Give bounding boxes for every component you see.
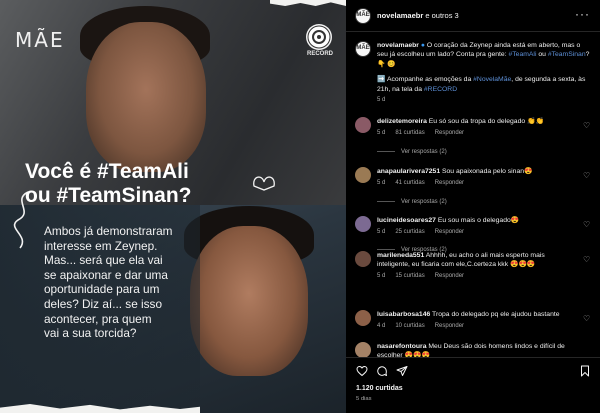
comment-meta: 5 d 25 curtidas Responder (377, 229, 474, 235)
comment-likes[interactable]: 25 curtidas (395, 229, 424, 235)
hashtag-link[interactable]: #TeamAli (509, 51, 537, 58)
body-line: se apaixonar e dar uma (44, 267, 168, 282)
avatar[interactable] (355, 216, 371, 232)
post-side-panel: MÃE novelamaebr e outros 3 ··· MÃE novel… (346, 0, 600, 413)
post-timestamp: 5 dias (356, 396, 372, 402)
headline: Você é #TeamAli ou #TeamSinan? (25, 160, 191, 208)
avatar[interactable] (355, 342, 371, 357)
avatar[interactable]: MÃE (355, 41, 371, 57)
comment: lucineidesoares27 Eu sou mais o delegado… (346, 216, 600, 256)
body-line: Ambos já demonstraram (44, 224, 173, 238)
heart-icon[interactable]: ♡ (583, 220, 590, 229)
likes-count[interactable]: 1.120 curtidas (356, 385, 403, 392)
collaborators-text[interactable]: e outros 3 (423, 11, 458, 20)
action-bar: 1.120 curtidas 5 dias (346, 357, 600, 413)
comment-meta: 5 d 41 curtidas Responder (377, 180, 474, 186)
comment-meta: 5 d 81 curtidas Responder (377, 130, 474, 136)
heart-icon[interactable] (356, 365, 368, 377)
comment-text: delizetemoreira Eu só sou da tropa do de… (377, 118, 577, 127)
avatar[interactable] (355, 310, 371, 326)
comment-time: 5 d (377, 130, 386, 136)
body-line: acontecer, pra quem (44, 311, 152, 326)
heart-doodle-icon (253, 176, 275, 191)
face-shape (86, 22, 206, 172)
bookmark-icon[interactable] (579, 365, 591, 377)
caption-username[interactable]: novelamaebr (377, 42, 419, 49)
hashtag-link[interactable]: #NovelaMãe (473, 76, 511, 83)
post-author[interactable]: novelamaebr e outros 3 (377, 11, 459, 20)
heart-icon[interactable]: ♡ (583, 255, 590, 264)
heart-icon[interactable]: ♡ (583, 121, 590, 130)
reply-button[interactable]: Responder (435, 323, 464, 329)
comment-username[interactable]: nasarefontoura (377, 343, 426, 350)
comment-meta: 4 d 10 curtidas Responder (377, 323, 474, 329)
hashtag-link[interactable]: #RECORD (424, 86, 457, 93)
comment-time: 4 d (377, 323, 386, 329)
avatar[interactable] (355, 167, 371, 183)
comment-text: nasarefontoura Meu Deus são dois homens … (377, 343, 577, 357)
comment-text: anapaularivera7251 Sou apaixonada pelo s… (377, 168, 577, 177)
comment-likes[interactable]: 10 curtidas (395, 323, 424, 329)
show-logo: MÃE (15, 28, 65, 52)
comment-username[interactable]: lucineidesoares27 (377, 217, 436, 224)
comment: anapaularivera7251 Sou apaixonada pelo s… (346, 167, 600, 207)
comment-username[interactable]: anapaularivera7251 (377, 168, 440, 175)
post-header: MÃE novelamaebr e outros 3 ··· (346, 0, 600, 32)
comment-text: luisabarbosa146 Tropa do delegado pq ele… (377, 311, 577, 320)
reply-button[interactable]: Responder (435, 130, 464, 136)
reply-button[interactable]: Responder (435, 273, 464, 279)
record-logo-icon (306, 24, 332, 50)
body-copy: Ambos já demonstraram interesse em Zeyne… (44, 224, 249, 341)
share-icon[interactable] (396, 365, 408, 377)
reply-button[interactable]: Responder (435, 180, 464, 186)
comment-username[interactable]: luisabarbosa146 (377, 311, 430, 318)
comment-meta: 5 d 15 curtidas Responder (377, 273, 474, 279)
body-line: vai a sua torcida? (44, 326, 137, 341)
comment-username[interactable]: marileneda551 (377, 252, 424, 259)
caption-text: ou (536, 51, 548, 59)
body-line: interesse em Zeynep. (44, 238, 158, 253)
author-username[interactable]: novelamaebr (377, 11, 423, 20)
avatar[interactable] (355, 251, 371, 267)
comment: marileneda551 Ahhhh, eu acho o ali mais … (346, 251, 600, 291)
comment-body: Eu sou mais o delegado😍 (435, 217, 520, 224)
reply-button[interactable]: Responder (435, 229, 464, 235)
view-replies-label[interactable]: Ver respostas (2) (401, 199, 447, 205)
body-line: Mas... será que ela vai (44, 253, 163, 268)
caption-timestamp: 5 d (377, 97, 386, 103)
comment-likes[interactable]: 81 curtidas (395, 130, 424, 136)
record-logo-text: RECORD (306, 51, 333, 57)
headline-line: Você é #TeamAli (25, 160, 189, 183)
comment-body: Eu só sou da tropa do delegado 👏👏 (426, 118, 544, 125)
comment: delizetemoreira Eu só sou da tropa do de… (346, 117, 600, 157)
hashtag-link[interactable]: #TeamSinan (548, 51, 586, 58)
more-dots-icon[interactable]: ··· (575, 7, 590, 21)
comment-time: 5 d (377, 273, 386, 279)
comment: nasarefontoura Meu Deus são dois homens … (346, 342, 600, 357)
comment-likes[interactable]: 15 curtidas (395, 273, 424, 279)
comment-username[interactable]: delizetemoreira (377, 118, 427, 125)
comment-body: Sou apaixonada pelo sinan😍 (440, 168, 533, 175)
avatar[interactable] (355, 117, 371, 133)
comment-icon[interactable] (376, 365, 388, 377)
comment-text: lucineidesoares27 Eu sou mais o delegado… (377, 217, 577, 226)
heart-icon[interactable]: ♡ (583, 314, 590, 323)
body-line: oportunidade para um (44, 282, 160, 297)
heart-icon[interactable]: ♡ (583, 171, 590, 180)
view-replies-button[interactable]: Ver respostas (2) (377, 199, 447, 205)
headline-line: ou #TeamSinan? (25, 184, 192, 207)
comment-likes[interactable]: 41 curtidas (395, 180, 424, 186)
comment-time: 5 d (377, 180, 386, 186)
caption-text: ➡️ Acompanhe as emoções da (377, 76, 474, 84)
post-caption: novelamaebr ● O coração da Zeynep ainda … (377, 41, 592, 94)
view-replies-button[interactable]: Ver respostas (2) (377, 149, 447, 155)
post-image[interactable]: MÃE RECORD Você é #TeamAli ou #TeamSinan… (0, 0, 346, 413)
body-line: deles? Diz aí... se isso (44, 296, 163, 311)
comment-text: marileneda551 Ahhhh, eu acho o ali mais … (377, 252, 577, 270)
avatar[interactable]: MÃE (355, 8, 371, 24)
comment-time: 5 d (377, 229, 386, 235)
comment-body: Tropa do delegado pq ele ajudou bastante (430, 311, 560, 318)
view-replies-label[interactable]: Ver respostas (2) (401, 149, 447, 155)
